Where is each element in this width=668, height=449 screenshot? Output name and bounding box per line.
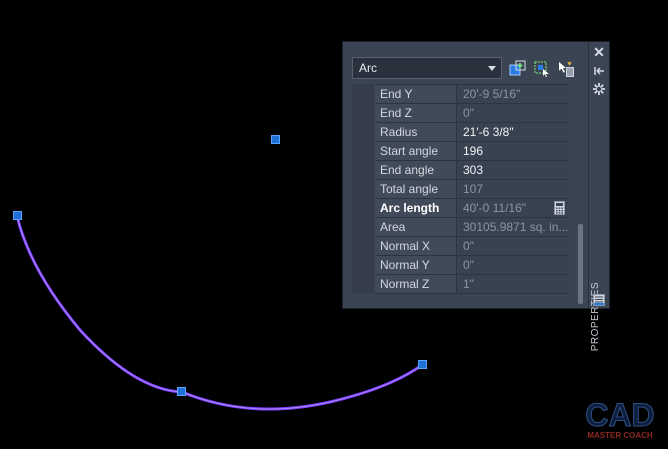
arc-mid-grip[interactable] [177,387,186,396]
auto-hide-icon[interactable] [592,64,606,78]
property-value: 107 [458,180,569,198]
calculator-icon[interactable] [554,201,565,215]
property-label: Area [375,218,457,236]
property-value-input[interactable]: 303 [458,161,569,179]
svg-text:MASTER COACH: MASTER COACH [587,431,653,440]
property-value: 0" [458,104,569,122]
property-row-end-angle[interactable]: End angle 303 [375,161,569,180]
property-label: End angle [375,161,457,179]
arc-end-grip[interactable] [418,360,427,369]
arc-length-value: 40'-0 11/16" [463,201,527,215]
scrollbar-thumb[interactable] [578,224,583,304]
properties-icon[interactable] [592,293,606,307]
property-row-total-angle[interactable]: Total angle 107 [375,180,569,199]
property-label: Total angle [375,180,457,198]
property-value: 0" [458,237,569,255]
property-label: Arc length [375,199,457,217]
quick-select-icon[interactable] [509,60,527,78]
palette-title-strip[interactable]: ✕ PROPERTIES [588,42,609,351]
property-value: 30105.9871 sq. in.... [458,218,569,236]
property-value: 20'-9 5/16" [458,85,569,103]
chevron-down-icon [488,66,496,71]
property-label: Normal Z [375,275,457,293]
select-objects-icon[interactable] [533,60,551,78]
object-type-value: Arc [359,61,377,75]
property-label: Radius [375,123,457,141]
property-row-normal-y[interactable]: Normal Y 0" [375,256,569,275]
property-value-input[interactable]: 21'-6 3/8" [458,123,569,141]
property-row-end-y[interactable]: End Y 20'-9 5/16" [375,85,569,104]
property-label: Normal X [375,237,457,255]
svg-text:CAD: CAD [585,397,654,433]
property-row-start-angle[interactable]: Start angle 196 [375,142,569,161]
category-gutter [352,84,374,293]
arc-start-grip[interactable] [13,211,22,220]
arc-center-grip[interactable] [271,135,280,144]
property-grid: End Y 20'-9 5/16" End Z 0" Radius 21'-6 … [375,84,569,294]
property-value: 0" [458,256,569,274]
property-value: 40'-0 11/16" [458,199,569,217]
property-label: End Y [375,85,457,103]
close-icon[interactable]: ✕ [592,45,606,59]
properties-palette: Arc End Y 20'-9 5/16" End Z 0" Radius 21… [342,41,610,351]
property-value: 1" [458,275,569,293]
property-value-input[interactable]: 196 [458,142,569,160]
property-row-normal-x[interactable]: Normal X 0" [375,237,569,256]
property-row-end-z[interactable]: End Z 0" [375,104,569,123]
toggle-pickadd-icon[interactable] [557,60,575,78]
property-row-radius[interactable]: Radius 21'-6 3/8" [375,123,569,142]
object-type-dropdown[interactable]: Arc [352,57,502,79]
settings-icon[interactable] [592,82,606,96]
cad-master-coach-logo: CAD MASTER COACH [585,397,655,441]
property-row-arc-length[interactable]: Arc length 40'-0 11/16" [375,199,569,218]
property-label: Start angle [375,142,457,160]
property-label: Normal Y [375,256,457,274]
property-row-normal-z[interactable]: Normal Z 1" [375,275,569,294]
property-label: End Z [375,104,457,122]
property-row-area[interactable]: Area 30105.9871 sq. in.... [375,218,569,237]
